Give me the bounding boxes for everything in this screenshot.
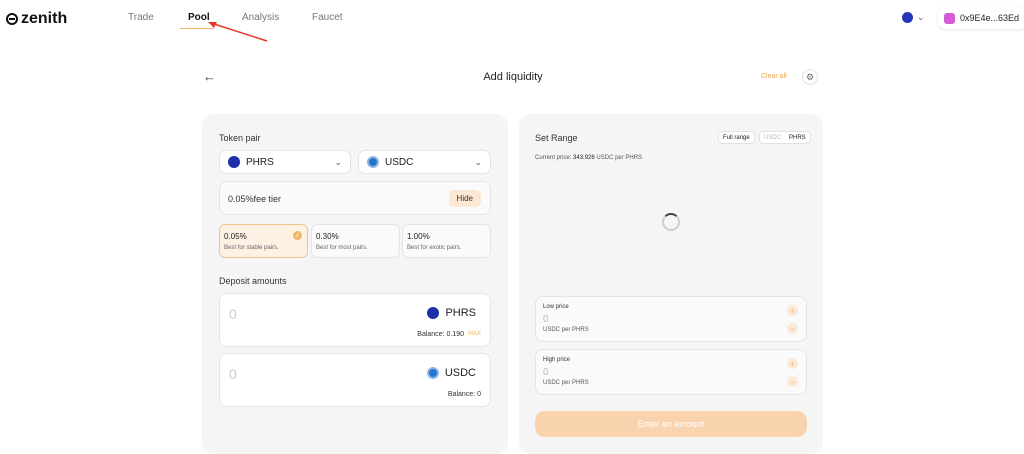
- wallet-address: 0x9E4e...63Ed: [960, 13, 1020, 23]
- deposit-token: USDC: [426, 367, 476, 379]
- fee-tier-text: 0.05%fee tier: [228, 194, 282, 204]
- deposit-amounts-label: Deposit amounts: [219, 276, 287, 286]
- high-price-value[interactable]: 0: [543, 367, 549, 378]
- low-price-value[interactable]: 0: [543, 314, 549, 325]
- full-range-button[interactable]: Full range: [718, 131, 755, 144]
- deposit-input-usdc[interactable]: 0 USDC Balance: 0: [219, 353, 491, 407]
- fee-tier-option[interactable]: 0.05% Best for stable pairs. ✓: [219, 224, 308, 258]
- max-button[interactable]: MAX: [468, 331, 481, 338]
- account-avatar-icon: [902, 12, 913, 23]
- current-price-label: Current price:: [535, 155, 572, 161]
- toggle-option-phrs[interactable]: PHRS: [785, 135, 810, 141]
- token-a-select[interactable]: PHRS ⌄: [219, 150, 351, 174]
- deposit-balance: Balance: 0: [448, 391, 481, 398]
- low-price-input[interactable]: Low price 0 USDC per PHRS + −: [535, 296, 807, 342]
- current-price-unit: USDC per PHRS: [596, 155, 643, 161]
- gear-icon[interactable]: ⚙: [802, 69, 818, 85]
- fee-tier-percent: 1.00%: [407, 232, 430, 241]
- logo-text: zenith: [21, 10, 68, 27]
- page-header: ← Add liquidity Clear all ⚙: [200, 68, 820, 88]
- deposit-input-phrs[interactable]: 0 PHRS Balance: 0.190 MAX: [219, 293, 491, 347]
- annotation-arrow-icon: [208, 22, 268, 42]
- phrs-token-icon: [427, 307, 440, 319]
- high-price-input[interactable]: High price 0 USDC per PHRS + −: [535, 349, 807, 395]
- clear-all-button[interactable]: Clear all: [761, 73, 787, 80]
- enter-amount-button[interactable]: Enter an amount: [535, 411, 807, 437]
- deposit-token: PHRS: [427, 307, 476, 319]
- top-navigation-bar: zenith Trade Pool Analysis Faucet ⌄ 0x9E…: [0, 0, 1024, 42]
- current-price: Current price: 343.926 USDC per PHRS: [535, 155, 642, 161]
- account-menu[interactable]: ⌄: [902, 12, 925, 23]
- minus-icon[interactable]: −: [787, 376, 798, 387]
- fee-tier-percent: 0.30%: [316, 232, 339, 241]
- chevron-down-icon: ⌄: [334, 157, 342, 167]
- deposit-token-symbol: PHRS: [445, 307, 476, 319]
- spinner-icon: [662, 213, 680, 231]
- fee-tier-description: Best for exotic pairs.: [407, 245, 462, 251]
- plus-icon[interactable]: +: [787, 305, 798, 316]
- nav-faucet[interactable]: Faucet: [312, 12, 343, 23]
- wallet-button[interactable]: 0x9E4e...63Ed: [938, 7, 1024, 29]
- nav-trade[interactable]: Trade: [128, 12, 154, 23]
- plus-icon[interactable]: +: [787, 358, 798, 369]
- balance-text: Balance: 0.190: [417, 331, 464, 338]
- deposit-balance: Balance: 0.190 MAX: [417, 331, 481, 338]
- deposit-token-symbol: USDC: [444, 367, 476, 379]
- price-unit-toggle[interactable]: USDC PHRS: [759, 131, 811, 144]
- zenith-logo-icon: [6, 13, 18, 25]
- high-price-label: High price: [543, 357, 571, 363]
- set-range-card: Set Range Full range USDC PHRS Current p…: [519, 114, 823, 454]
- low-price-label: Low price: [543, 304, 569, 310]
- toggle-option-usdc[interactable]: USDC: [760, 135, 785, 141]
- chevron-down-icon: ⌄: [917, 12, 925, 22]
- deposit-amount-input[interactable]: 0: [229, 366, 237, 382]
- fee-tier-option[interactable]: 0.30% Best for most pairs.: [311, 224, 400, 258]
- fee-tier-summary: 0.05%fee tier Hide: [219, 181, 491, 215]
- token-b-symbol: USDC: [385, 156, 414, 168]
- fee-tier-description: Best for most pairs.: [316, 245, 368, 251]
- token-a-symbol: PHRS: [246, 156, 274, 168]
- low-price-unit: USDC per PHRS: [543, 327, 589, 333]
- set-range-title: Set Range: [535, 133, 578, 143]
- chevron-down-icon: ⌄: [474, 157, 482, 167]
- token-b-select[interactable]: USDC ⌄: [358, 150, 491, 174]
- token-pair-label: Token pair: [219, 133, 261, 143]
- high-price-unit: USDC per PHRS: [543, 380, 589, 386]
- phrs-token-icon: [228, 156, 240, 168]
- usdc-token-icon: [367, 156, 379, 168]
- deposit-amount-input[interactable]: 0: [229, 306, 237, 322]
- hide-fee-tiers-button[interactable]: Hide: [448, 190, 481, 207]
- balance-text: Balance: 0: [447, 391, 481, 398]
- fee-tier-percent: 0.05%: [224, 232, 247, 241]
- minus-icon[interactable]: −: [787, 323, 798, 334]
- fee-tier-option[interactable]: 1.00% Best for exotic pairs.: [402, 224, 491, 258]
- page-title: Add liquidity: [483, 71, 543, 83]
- check-icon: ✓: [293, 231, 302, 240]
- current-price-value: 343.926: [573, 155, 595, 161]
- liquidity-input-card: Token pair PHRS ⌄ USDC ⌄ 0.05%fee tier H…: [202, 114, 508, 454]
- wallet-icon: [944, 12, 955, 24]
- usdc-token-icon: [426, 367, 439, 379]
- zenith-logo[interactable]: zenith: [6, 10, 67, 28]
- fee-tier-description: Best for stable pairs.: [224, 245, 279, 251]
